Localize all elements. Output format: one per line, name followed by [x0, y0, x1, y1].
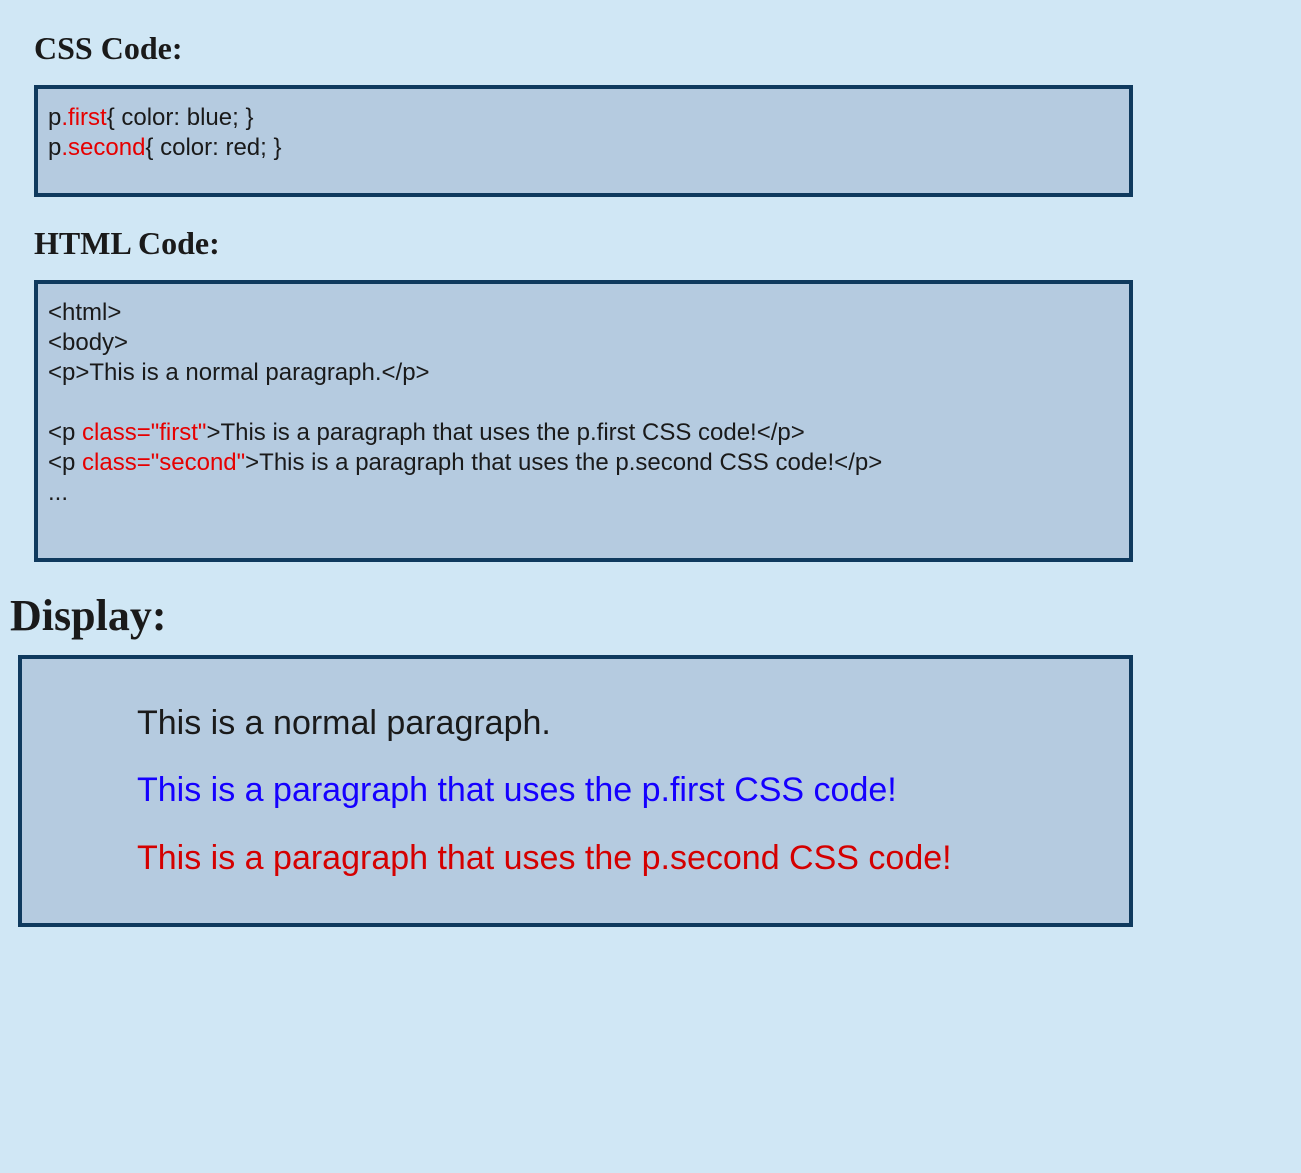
html-code-box: <html> <body> <p>This is a normal paragr…	[34, 280, 1133, 562]
html-line4-prefix: <p	[48, 419, 82, 446]
html-line5-attr: class="second"	[82, 449, 245, 476]
html-line5-prefix: <p	[48, 449, 82, 476]
display-paragraph-first: This is a paragraph that uses the p.firs…	[82, 766, 1069, 815]
html-blank-line	[48, 388, 1119, 418]
css-line1-rule: { color: blue; }	[107, 104, 254, 131]
display-paragraph-normal: This is a normal paragraph.	[82, 699, 1069, 748]
html-line-1: <html>	[48, 298, 1119, 328]
css-line1-selector: .first	[61, 104, 106, 131]
html-line4-suffix: >This is a paragraph that uses the p.fir…	[206, 419, 804, 446]
display-paragraph-second: This is a paragraph that uses the p.seco…	[82, 834, 1069, 883]
html-code-heading: HTML Code:	[34, 225, 1291, 262]
html-line4-attr: class="first"	[82, 419, 206, 446]
css-line1-prefix: p	[48, 104, 61, 131]
css-line2-prefix: p	[48, 134, 61, 161]
html-line-6: ...	[48, 478, 1119, 508]
html-line-5: <p class="second">This is a paragraph th…	[48, 448, 1119, 478]
css-line-1: p.first{ color: blue; }	[48, 103, 1119, 133]
html-line-2: <body>	[48, 328, 1119, 358]
css-line-2: p.second{ color: red; }	[48, 133, 1119, 163]
css-code-heading: CSS Code:	[34, 30, 1291, 67]
css-code-box: p.first{ color: blue; } p.second{ color:…	[34, 85, 1133, 197]
display-heading: Display:	[10, 590, 1291, 641]
html-line-3: <p>This is a normal paragraph.</p>	[48, 358, 1119, 388]
css-line2-rule: { color: red; }	[145, 134, 281, 161]
html-line5-suffix: >This is a paragraph that uses the p.sec…	[245, 449, 882, 476]
html-line-4: <p class="first">This is a paragraph tha…	[48, 418, 1119, 448]
display-output-box: This is a normal paragraph. This is a pa…	[18, 655, 1133, 927]
css-line2-selector: .second	[61, 134, 145, 161]
